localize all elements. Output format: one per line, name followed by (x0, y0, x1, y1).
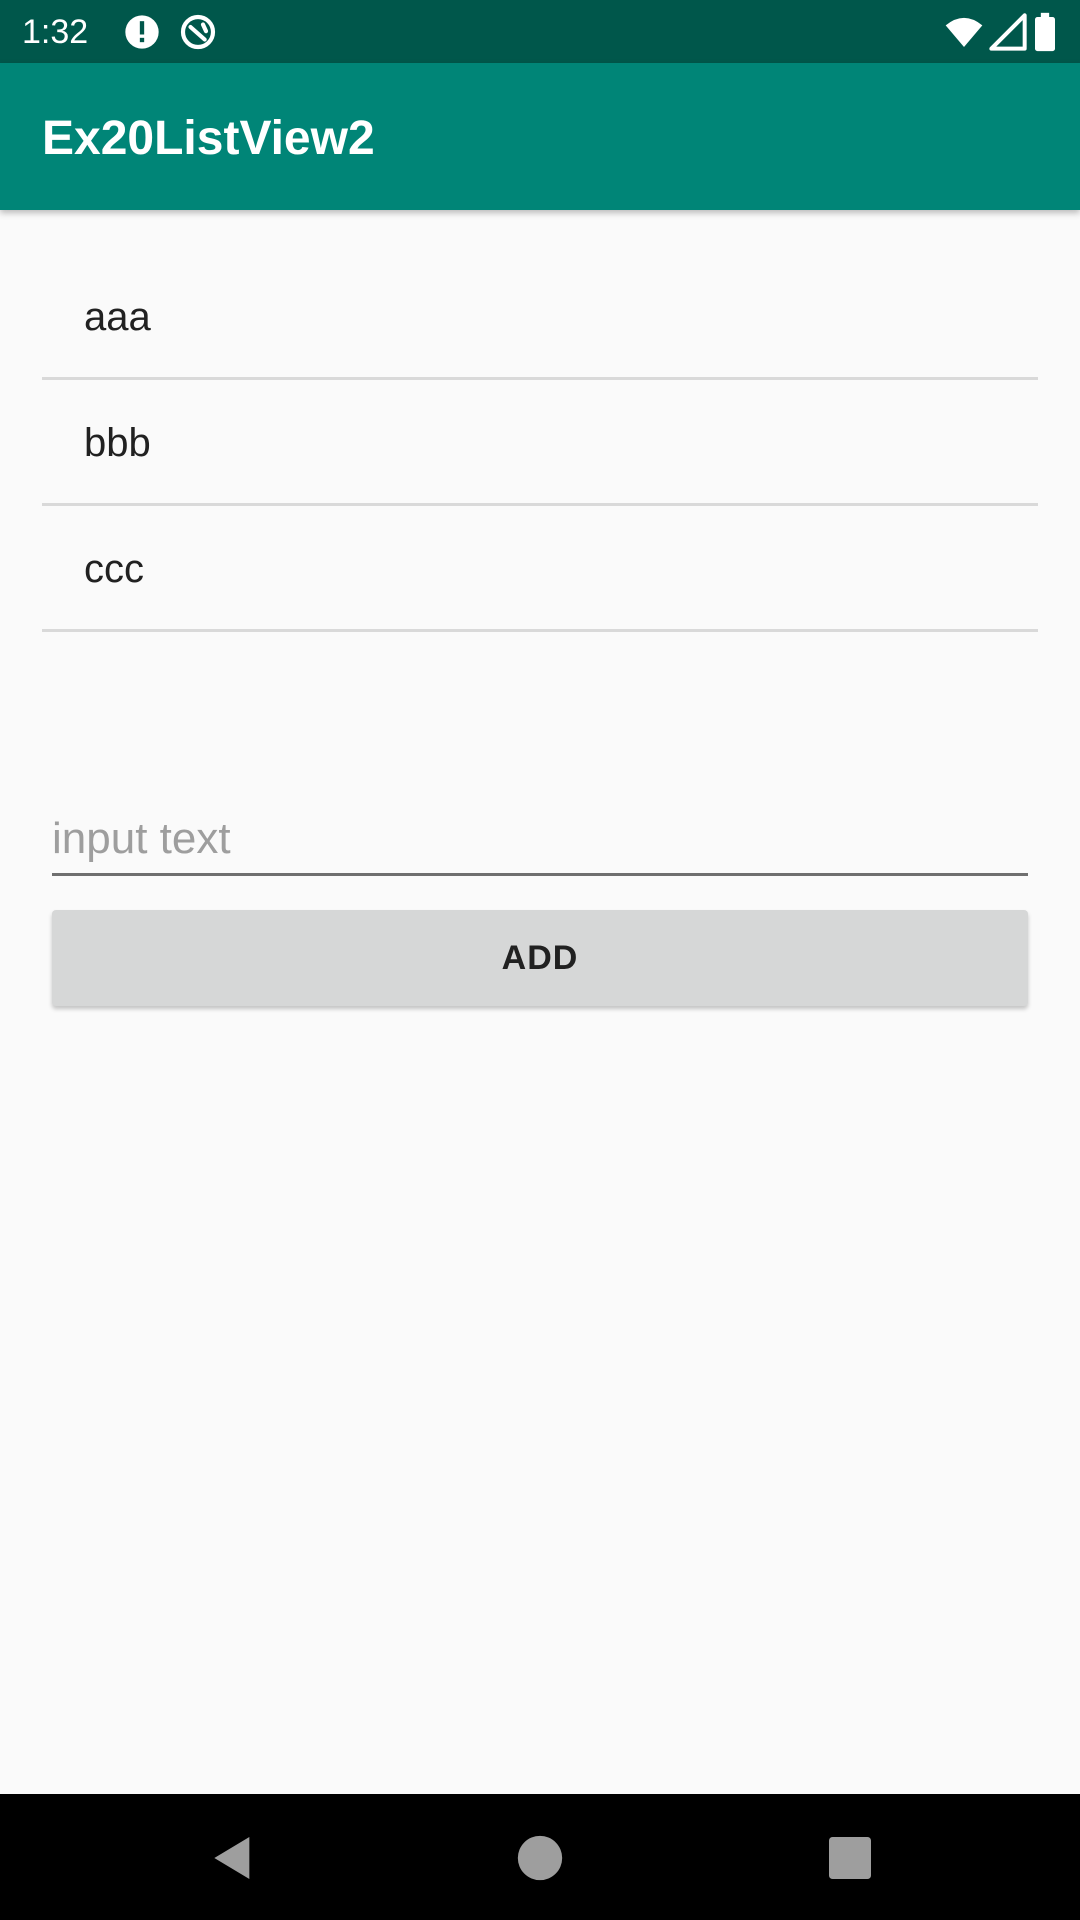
home-icon[interactable] (512, 1830, 568, 1886)
text-input-container (52, 808, 1028, 876)
back-icon[interactable] (205, 1830, 261, 1886)
app-title: Ex20ListView2 (42, 112, 375, 165)
list-item-text: ccc (84, 547, 144, 591)
status-bar: 1:32 (0, 0, 1080, 63)
app-bar: Ex20ListView2 (0, 63, 1080, 210)
list-item[interactable]: ccc (42, 506, 1038, 632)
list-item[interactable]: aaa (42, 252, 1038, 380)
navigation-bar (0, 1794, 1080, 1920)
list-item[interactable]: bbb (42, 380, 1038, 506)
sync-circle-icon (178, 12, 218, 52)
recents-icon[interactable] (822, 1830, 878, 1886)
cellular-signal-icon (988, 12, 1028, 52)
list-item-text: aaa (84, 295, 151, 339)
alert-circle-icon (122, 12, 162, 52)
status-time: 1:32 (22, 13, 89, 51)
text-input[interactable] (52, 808, 1028, 870)
battery-icon (1030, 12, 1060, 52)
list-view[interactable]: aaa bbb ccc (42, 252, 1038, 632)
wifi-icon (944, 12, 984, 52)
list-item-text: bbb (84, 421, 151, 465)
add-button[interactable]: ADD (52, 910, 1028, 1006)
